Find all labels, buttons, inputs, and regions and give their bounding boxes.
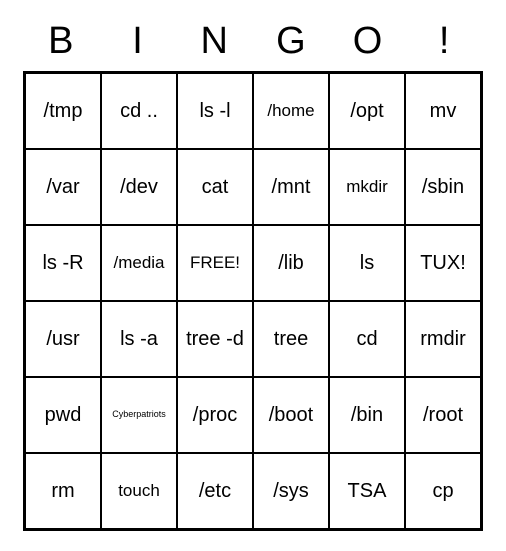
header-cell-i: I xyxy=(100,20,177,63)
bingo-cell[interactable]: cp xyxy=(405,453,481,529)
bingo-cell[interactable]: /usr xyxy=(25,301,101,377)
bingo-cell[interactable]: ls -R xyxy=(25,225,101,301)
bingo-header-row: B I N G O ! xyxy=(23,20,483,63)
header-cell-g: G xyxy=(253,20,330,63)
bingo-cell[interactable]: Cyberpatriots xyxy=(101,377,177,453)
bingo-cell[interactable]: TSA xyxy=(329,453,405,529)
bingo-cell[interactable]: /bin xyxy=(329,377,405,453)
bingo-cell[interactable]: tree -d xyxy=(177,301,253,377)
bingo-cell[interactable]: rmdir xyxy=(405,301,481,377)
bingo-cell[interactable]: /mnt xyxy=(253,149,329,225)
bingo-cell[interactable]: /proc xyxy=(177,377,253,453)
bingo-cell[interactable]: pwd xyxy=(25,377,101,453)
bingo-cell[interactable]: /boot xyxy=(253,377,329,453)
bingo-cell[interactable]: /etc xyxy=(177,453,253,529)
bingo-cell[interactable]: /home xyxy=(253,73,329,149)
bingo-cell[interactable]: touch xyxy=(101,453,177,529)
bingo-cell[interactable]: cat xyxy=(177,149,253,225)
header-cell-n: N xyxy=(176,20,253,63)
bingo-grid: /tmpcd ..ls -l/home/optmv/var/devcat/mnt… xyxy=(23,71,483,531)
bingo-cell[interactable]: /var xyxy=(25,149,101,225)
bingo-cell[interactable]: ls -l xyxy=(177,73,253,149)
header-cell-exclaim: ! xyxy=(406,20,483,63)
bingo-cell[interactable]: /sbin xyxy=(405,149,481,225)
bingo-cell[interactable]: /dev xyxy=(101,149,177,225)
bingo-cell[interactable]: /opt xyxy=(329,73,405,149)
bingo-cell[interactable]: FREE! xyxy=(177,225,253,301)
bingo-cell[interactable]: cd xyxy=(329,301,405,377)
header-cell-b: B xyxy=(23,20,100,63)
bingo-cell[interactable]: /media xyxy=(101,225,177,301)
bingo-card: B I N G O ! /tmpcd ..ls -l/home/optmv/va… xyxy=(20,20,486,531)
bingo-cell[interactable]: rm xyxy=(25,453,101,529)
bingo-cell[interactable]: tree xyxy=(253,301,329,377)
header-cell-o: O xyxy=(330,20,407,63)
bingo-cell[interactable]: TUX! xyxy=(405,225,481,301)
bingo-cell[interactable]: cd .. xyxy=(101,73,177,149)
bingo-cell[interactable]: /lib xyxy=(253,225,329,301)
bingo-cell[interactable]: ls -a xyxy=(101,301,177,377)
bingo-cell[interactable]: mkdir xyxy=(329,149,405,225)
bingo-cell[interactable]: /sys xyxy=(253,453,329,529)
bingo-cell[interactable]: ls xyxy=(329,225,405,301)
bingo-cell[interactable]: mv xyxy=(405,73,481,149)
bingo-cell[interactable]: /tmp xyxy=(25,73,101,149)
bingo-cell[interactable]: /root xyxy=(405,377,481,453)
